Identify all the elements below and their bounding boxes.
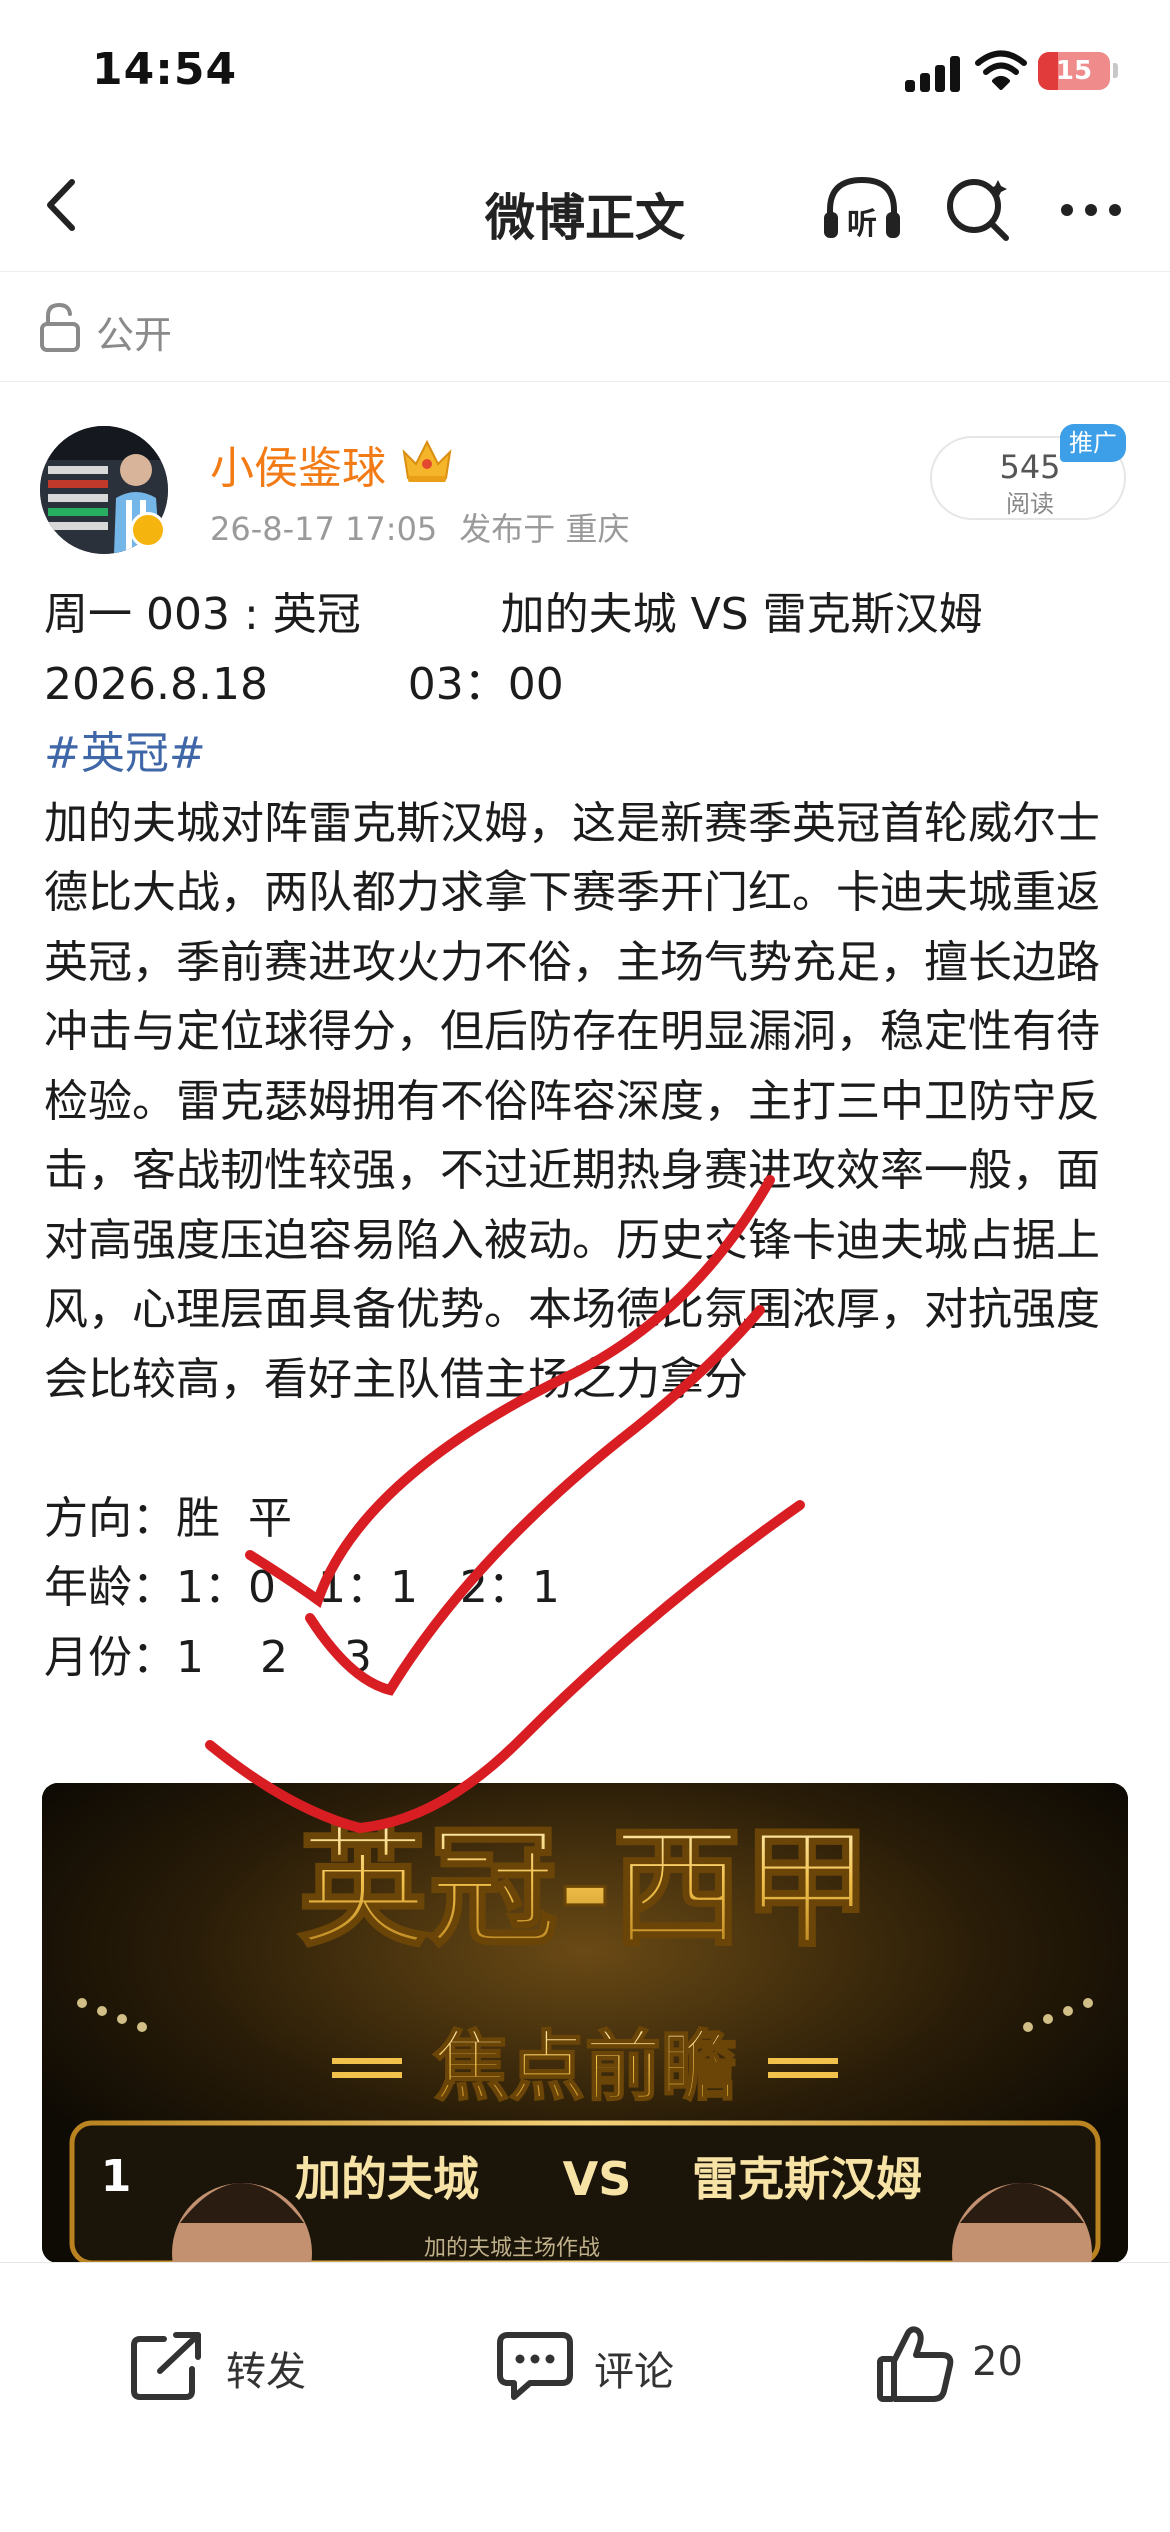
promo-tag: 推广: [1060, 424, 1126, 462]
repost-label: 转发: [226, 2349, 306, 2395]
age-line: 年龄：1：0 1：1 2：1: [44, 1562, 560, 1613]
comment-button[interactable]: 评论: [496, 2325, 696, 2405]
analysis-paragraph: 加的夫城对阵雷克斯汉姆，这是新赛季英冠首轮威尔士德比大战，两队都力求拿下赛季开门…: [44, 797, 1100, 1405]
bottom-action-bar: 转发 评论 20: [0, 2262, 1170, 2532]
repost-icon: [131, 2332, 201, 2400]
listen-label: 听: [847, 207, 877, 242]
promo-away-team: 雷克斯汉姆: [692, 2152, 922, 2206]
promo-caption: 加的夫城主场作战: [424, 2236, 600, 2261]
visibility-label: 公开: [96, 313, 173, 357]
month-line: 月份：1 2 3: [44, 1631, 372, 1683]
search-icon[interactable]: [942, 172, 1016, 246]
post-meta: 26-8-17 17:05 发布于 重庆: [210, 504, 651, 550]
more-icon[interactable]: [1055, 174, 1127, 244]
match-line: 周一 003 : 英冠 加的夫城 VS 雷克斯汉姆: [44, 589, 983, 640]
wifi-icon: [975, 50, 1027, 90]
thumbs-up-icon: [877, 2326, 954, 2402]
promo-graphic: 英冠-西甲 焦点前瞻 1 加的夫城 VS 雷克斯汉姆 加的夫城主场作战: [42, 1783, 1128, 2263]
promo-image[interactable]: 英冠-西甲 焦点前瞻 1 加的夫城 VS 雷克斯汉姆 加的夫城主场作战: [42, 1783, 1128, 2263]
author-name[interactable]: 小侯鉴球: [210, 432, 386, 496]
time-line: 2026.8.18 03：00: [44, 658, 564, 710]
status-bar: 14:54 15: [0, 0, 1170, 150]
reads-label: 阅读: [1006, 490, 1054, 518]
battery-icon: 15: [1038, 52, 1110, 90]
post-timestamp: 26-8-17 17:05: [210, 510, 438, 548]
visibility-row: 公开: [0, 272, 1170, 382]
promo-subheadline: 焦点前瞻: [433, 2022, 737, 2111]
comment-label: 评论: [594, 2349, 674, 2395]
promo-vs: VS: [563, 2152, 632, 2206]
promo-rank: 1: [101, 2151, 132, 2202]
battery-percent: 15: [1055, 56, 1093, 86]
nav-bar: 微博正文 听: [0, 150, 1170, 272]
post-body: 周一 003 : 英冠 加的夫城 VS 雷克斯汉姆 2026.8.18 03：0…: [44, 580, 1134, 1692]
post-location: 发布于 重庆: [459, 510, 630, 548]
promo-home-team: 加的夫城: [295, 2152, 479, 2206]
status-time: 14:54: [92, 44, 238, 95]
battery-cap: [1113, 63, 1118, 78]
repost-button[interactable]: 转发: [130, 2325, 330, 2405]
unlock-icon: [40, 302, 80, 352]
cellular-signal-icon: [905, 56, 961, 92]
hashtag-link[interactable]: #英冠#: [44, 719, 1134, 789]
promo-headline: 英冠-西甲: [298, 1812, 872, 1964]
verified-badge-icon: [130, 512, 166, 548]
like-button[interactable]: 20: [876, 2325, 1076, 2405]
like-count: 20: [972, 2339, 1023, 2385]
crown-vip-icon: [402, 439, 452, 482]
comment-icon: [497, 2332, 573, 2400]
direction-line: 方向：胜 平: [44, 1492, 292, 1544]
headphones-listen-icon[interactable]: 听: [820, 172, 904, 246]
